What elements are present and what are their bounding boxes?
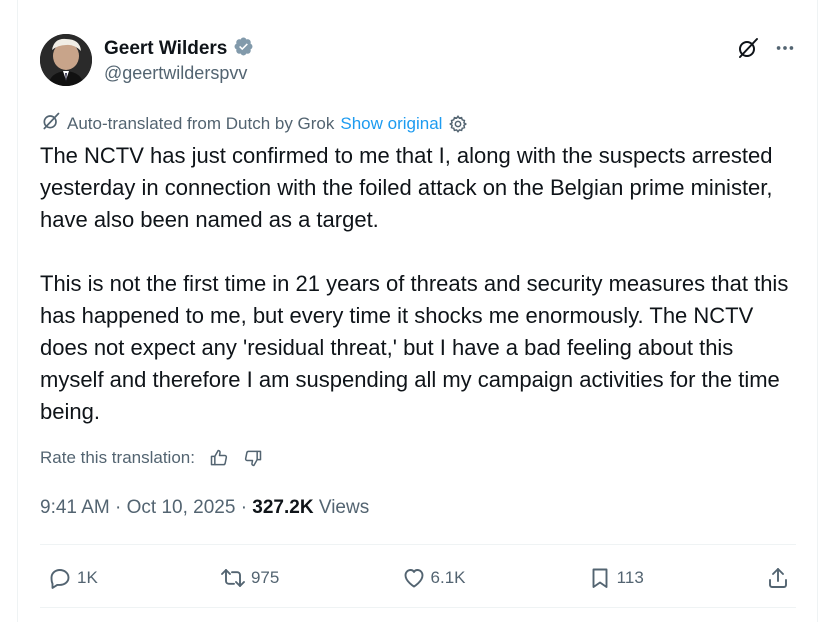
divider-top xyxy=(40,544,796,545)
translation-note: Auto-translated from Dutch by Grok xyxy=(67,113,335,133)
reply-count: 1K xyxy=(77,568,98,587)
grok-translate-icon xyxy=(41,111,61,136)
post-body: The NCTV has just confirmed to me that I… xyxy=(40,140,800,428)
reply-button[interactable]: 1K xyxy=(48,566,98,590)
like-button[interactable]: 6.1K xyxy=(402,566,466,590)
repost-count: 975 xyxy=(250,568,280,587)
more-options-icon[interactable] xyxy=(774,37,796,59)
post-paragraph-2: This is not the first time in 21 years o… xyxy=(40,271,789,424)
reply-icon xyxy=(48,566,72,590)
bookmark-button[interactable]: 113 xyxy=(588,566,644,590)
bookmark-count: 113 xyxy=(616,568,644,587)
thumbs-down-icon[interactable] xyxy=(243,448,263,468)
share-button[interactable] xyxy=(766,566,790,590)
avatar[interactable] xyxy=(40,34,92,86)
meta-separator-2: · xyxy=(240,497,248,518)
post-date[interactable]: Oct 10, 2025 xyxy=(127,497,236,518)
avatar-image xyxy=(40,34,92,86)
verified-badge-icon xyxy=(233,36,254,62)
like-count: 6.1K xyxy=(430,568,466,587)
rate-translation-label: Rate this translation: xyxy=(40,448,195,467)
settings-gear-icon[interactable] xyxy=(448,114,468,134)
action-bar: 1K 975 6.1K 113 xyxy=(40,560,796,596)
post-time[interactable]: 9:41 AM xyxy=(40,497,110,518)
divider-bottom xyxy=(40,607,796,608)
author-handle[interactable]: @geertwilderspvv xyxy=(104,63,247,84)
post-meta: 9:41 AM · Oct 10, 2025 · 327.2K Views xyxy=(40,497,369,519)
share-icon xyxy=(766,566,790,590)
views-count: 327.2K xyxy=(252,497,314,518)
heart-icon xyxy=(402,566,426,590)
post-paragraph-1: The NCTV has just confirmed to me that I… xyxy=(40,143,773,232)
views-label: Views xyxy=(318,497,370,518)
repost-button[interactable]: 975 xyxy=(220,566,279,590)
author-name[interactable]: Geert Wilders xyxy=(104,38,227,60)
meta-separator: · xyxy=(115,497,122,518)
thumbs-up-icon[interactable] xyxy=(209,448,229,468)
repost-icon xyxy=(220,566,246,590)
show-original-link[interactable]: Show original xyxy=(340,114,442,134)
bookmark-icon xyxy=(588,566,612,590)
grok-icon[interactable] xyxy=(736,36,760,60)
